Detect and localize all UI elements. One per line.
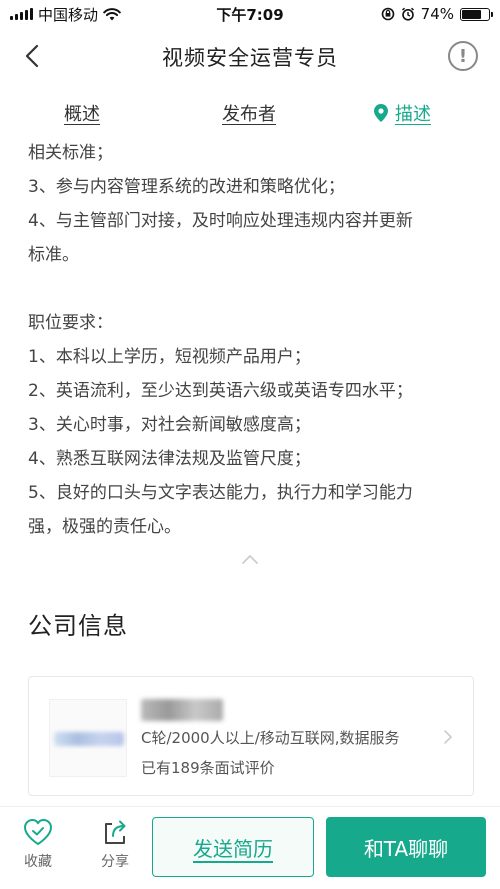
tab-description[interactable]: 描述 [374, 100, 431, 126]
chevron-right-icon [444, 730, 452, 744]
company-meta: C轮/2000人以上/移动互联网,数据服务 [141, 729, 400, 747]
description-line: 1、本科以上学历，短视频产品用户； [28, 347, 311, 367]
report-button[interactable]: ! [448, 41, 478, 71]
favorite-button[interactable]: 收藏 [13, 817, 63, 871]
share-label: 分享 [101, 854, 129, 870]
exclamation-icon: ! [458, 45, 468, 67]
section-tabs: 概述 发布者 描述 [0, 92, 500, 134]
company-section-title: 公司信息 [28, 612, 128, 640]
rotation-lock-icon [381, 7, 394, 21]
chat-button[interactable]: 和TA聊聊 [326, 817, 486, 877]
description-line: 2、英语流利，至少达到英语六级或英语专四水平； [28, 381, 413, 401]
company-reviews: 已有189条面试评价 [141, 759, 275, 777]
battery-icon [460, 7, 493, 21]
send-resume-button[interactable]: 发送简历 [152, 817, 314, 877]
description-line: 3、参与内容管理系统的改进和策略优化； [28, 177, 345, 197]
description-line: 4、熟悉互联网法律法规及监管尺度； [28, 449, 311, 469]
description-line: 相关标准； [28, 143, 113, 163]
description-line: 标准。 [28, 245, 79, 265]
description-line [28, 272, 478, 306]
status-right: 74% [381, 5, 493, 23]
tab-publisher[interactable]: 发布者 [222, 100, 276, 126]
description-line: 4、与主管部门对接，及时响应处理违规内容并更新 [28, 211, 413, 231]
nav-bar: 视频安全运营专员 ! [0, 28, 500, 86]
carrier-name: 中国移动 [38, 5, 99, 24]
description-line: 职位要求： [28, 313, 113, 333]
tab-overview[interactable]: 概述 [64, 100, 100, 126]
status-left: 中国移动 [10, 4, 121, 25]
back-button[interactable] [16, 40, 48, 72]
description-line: 3、关心时事，对社会新闻敏感度高； [28, 415, 311, 435]
description-line: 5、良好的口头与文字表达能力，执行力和学习能力 [28, 483, 413, 503]
share-icon [105, 820, 126, 844]
alarm-icon [401, 7, 414, 21]
status-bar: 中国移动 下午7:09 74% [0, 0, 500, 28]
wifi-icon [103, 7, 121, 20]
company-card[interactable]: C轮/2000人以上/移动互联网,数据服务 已有189条面试评价 [28, 676, 474, 796]
description-line: 强，极强的责任心。 [28, 517, 181, 537]
company-name-blurred [141, 699, 223, 721]
favorite-label: 收藏 [24, 854, 52, 870]
battery-fill [462, 9, 482, 19]
collapse-chevron-up-icon[interactable] [240, 552, 260, 566]
chevron-left-icon [25, 44, 39, 68]
location-pin-icon [374, 104, 388, 122]
battery-percent: 74% [420, 5, 454, 23]
bottom-action-bar: 收藏 分享 发送简历 和TA聊聊 [0, 806, 500, 889]
share-button[interactable]: 分享 [90, 817, 140, 871]
company-logo [49, 699, 127, 777]
tab-description-label: 描述 [395, 104, 431, 125]
page-title: 视频安全运营专员 [162, 46, 338, 70]
signal-icon [10, 8, 33, 20]
job-description: 相关标准； 3、参与内容管理系统的改进和策略优化； 4、与主管部门对接，及时响应… [28, 136, 478, 544]
heart-icon [24, 819, 52, 845]
